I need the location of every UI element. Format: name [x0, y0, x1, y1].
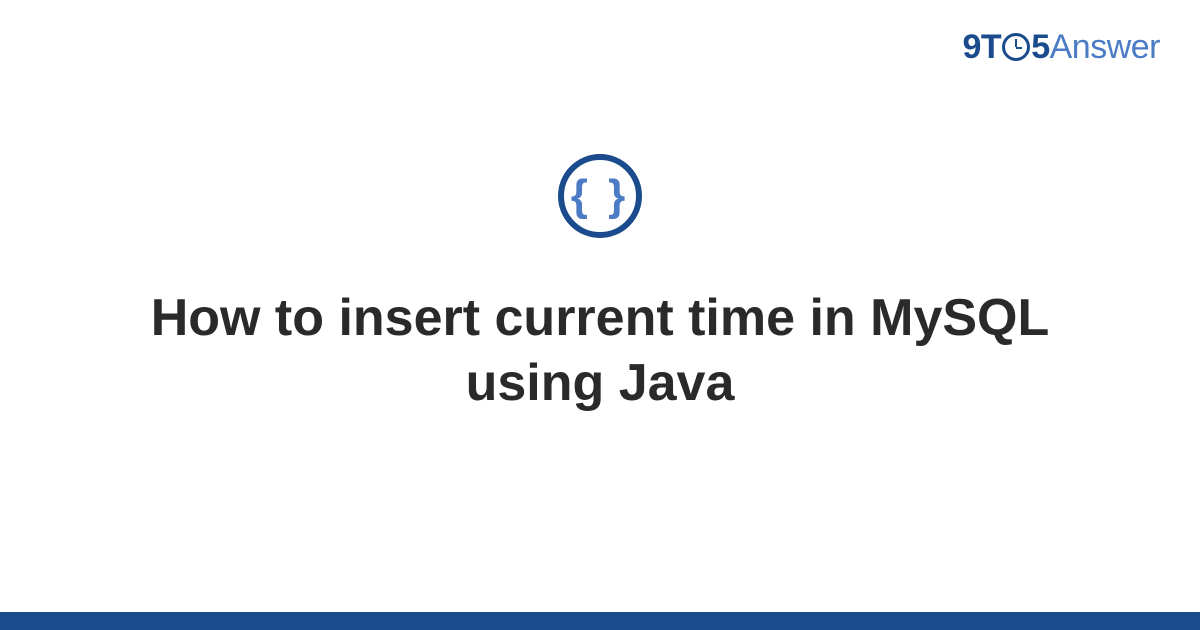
clock-icon [1002, 33, 1030, 61]
logo-nine: 9 [963, 28, 981, 66]
logo-t: T [981, 28, 1001, 66]
site-logo: 9T5Answer [963, 28, 1161, 67]
logo-five: 5 [1031, 28, 1049, 66]
code-braces-icon: { } [571, 174, 629, 218]
category-badge: { } [558, 154, 642, 238]
logo-answer: Answer [1050, 28, 1160, 66]
footer-accent-bar [0, 612, 1200, 630]
page-title: How to insert current time in MySQL usin… [150, 286, 1050, 416]
main-content: { } How to insert current time in MySQL … [0, 0, 1200, 630]
